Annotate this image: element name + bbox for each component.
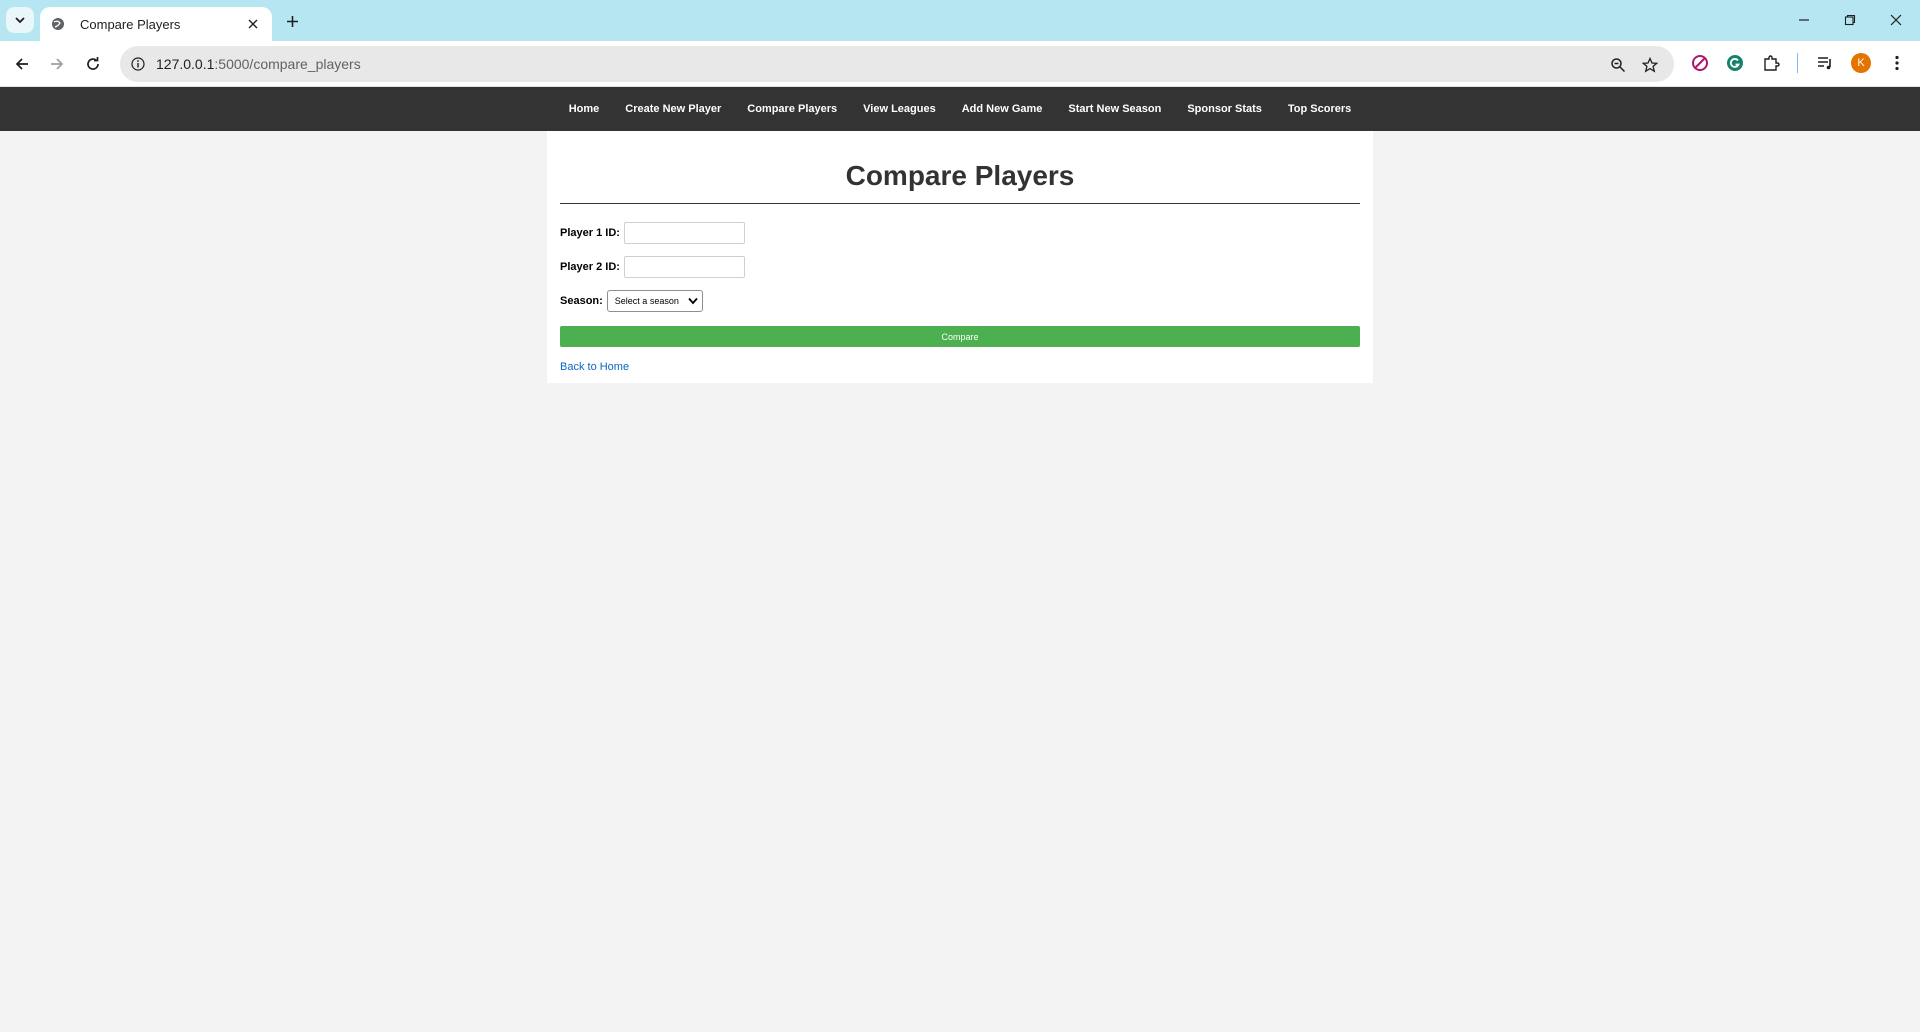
nav-start-new-season[interactable]: Start New Season [1055,103,1174,115]
close-icon [1890,14,1902,26]
toolbar-separator [1797,53,1798,73]
url-host: 127.0.0.1 [156,56,215,72]
back-button[interactable] [9,51,35,77]
player2-id-input[interactable] [623,256,745,278]
back-to-home-link[interactable]: Back to Home [560,361,629,373]
player2-row: Player 2 ID: [560,256,1360,278]
globe-icon [50,16,66,32]
site-info-icon[interactable] [130,56,146,72]
minimize-button[interactable] [1789,7,1819,33]
browser-toolbar: 127.0.0.1:5000/compare_players K [0,41,1920,87]
close-tab-icon[interactable] [244,15,262,33]
minimize-icon [1799,19,1809,21]
site-navigation: Home Create New Player Compare Players V… [0,87,1920,131]
nav-create-new-player[interactable]: Create New Player [612,103,734,115]
arrow-right-icon [51,58,64,70]
compare-players-card: Compare Players Player 1 ID: Player 2 ID… [547,131,1373,383]
browser-tab-active[interactable]: Compare Players [40,7,272,41]
blocker-extension-icon[interactable] [1689,52,1711,74]
new-tab-button[interactable] [280,9,304,33]
restore-button[interactable] [1835,7,1865,33]
close-window-button[interactable] [1881,7,1911,33]
season-label: Season: [560,295,603,307]
chevron-down-icon [15,17,25,24]
url-path: :5000/compare_players [214,56,361,72]
tab-search-button[interactable] [6,7,34,33]
nav-sponsor-stats[interactable]: Sponsor Stats [1174,103,1275,115]
kebab-menu-icon[interactable] [1886,52,1908,74]
profile-avatar[interactable]: K [1851,53,1871,73]
arrow-left-icon [15,58,28,70]
player1-id-input[interactable] [623,222,745,244]
bookmark-star-icon[interactable] [1640,55,1660,75]
nav-home[interactable]: Home [556,103,613,115]
nav-add-new-game[interactable]: Add New Game [949,103,1056,115]
nav-compare-players[interactable]: Compare Players [734,103,850,115]
extensions-puzzle-icon[interactable] [1760,52,1782,74]
season-select[interactable]: Select a season [606,290,703,312]
grammarly-extension-icon[interactable] [1724,52,1746,74]
nav-top-scorers[interactable]: Top Scorers [1275,103,1364,115]
browser-tab-strip: Compare Players [0,0,1920,41]
reload-button[interactable] [80,51,106,77]
nav-view-leagues[interactable]: View Leagues [850,103,949,115]
forward-button[interactable] [44,51,70,77]
url-text[interactable]: 127.0.0.1:5000/compare_players [156,56,361,72]
compare-button[interactable]: Compare [560,326,1360,347]
media-controls-icon[interactable] [1814,52,1836,74]
season-select-value: Select a season [614,296,679,306]
title-divider [560,203,1360,204]
plus-icon [286,15,298,27]
player2-label: Player 2 ID: [560,261,620,273]
page-title: Compare Players [845,160,1075,191]
tab-title: Compare Players [80,16,181,32]
chevron-down-icon [688,297,698,305]
restore-icon [1844,14,1856,26]
player1-row: Player 1 ID: [560,222,1360,244]
zoom-icon[interactable] [1608,55,1628,75]
reload-icon [87,57,99,70]
player1-label: Player 1 ID: [560,227,620,239]
address-bar[interactable]: 127.0.0.1:5000/compare_players [120,46,1674,82]
season-row: Season: Select a season [560,290,1360,312]
